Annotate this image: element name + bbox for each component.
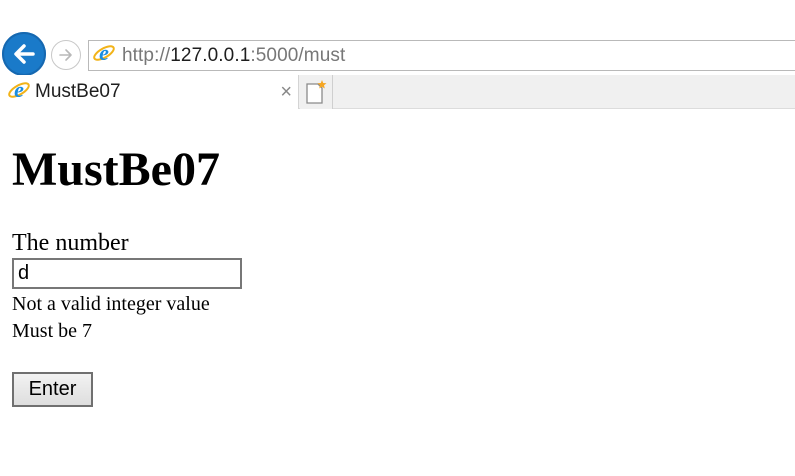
error-message-invalid: Not a valid integer value [12,293,210,315]
url-path: :5000/must [250,44,346,66]
address-bar[interactable]: e http://127.0.0.1:5000/must [88,40,795,71]
back-arrow-icon [14,44,35,64]
new-tab-icon [306,80,327,104]
enter-button[interactable]: Enter [12,372,93,407]
internet-explorer-icon: e [92,40,116,70]
svg-text:e: e [14,78,24,102]
forward-arrow-icon [59,49,72,61]
url-host: 127.0.0.1 [170,44,251,66]
tab-mustbe07[interactable]: e MustBe07 × [0,75,299,109]
back-button[interactable] [2,32,46,76]
url-scheme: http:// [122,44,171,66]
number-input[interactable] [12,258,242,289]
svg-text:e: e [99,41,109,65]
browser-toolbar: e http://127.0.0.1:5000/must [0,0,795,76]
tab-page-icon: e [7,77,31,107]
tab-title: MustBe07 [35,81,121,102]
new-tab-button[interactable] [300,75,333,109]
number-label: The number [12,230,129,256]
error-message-must-be-7: Must be 7 [12,320,92,342]
page-title: MustBe07 [12,143,220,196]
forward-button[interactable] [51,40,81,70]
tab-strip: e MustBe07 × [0,75,795,109]
url-text[interactable]: http://127.0.0.1:5000/must [122,45,345,67]
close-tab-icon[interactable]: × [280,81,292,103]
